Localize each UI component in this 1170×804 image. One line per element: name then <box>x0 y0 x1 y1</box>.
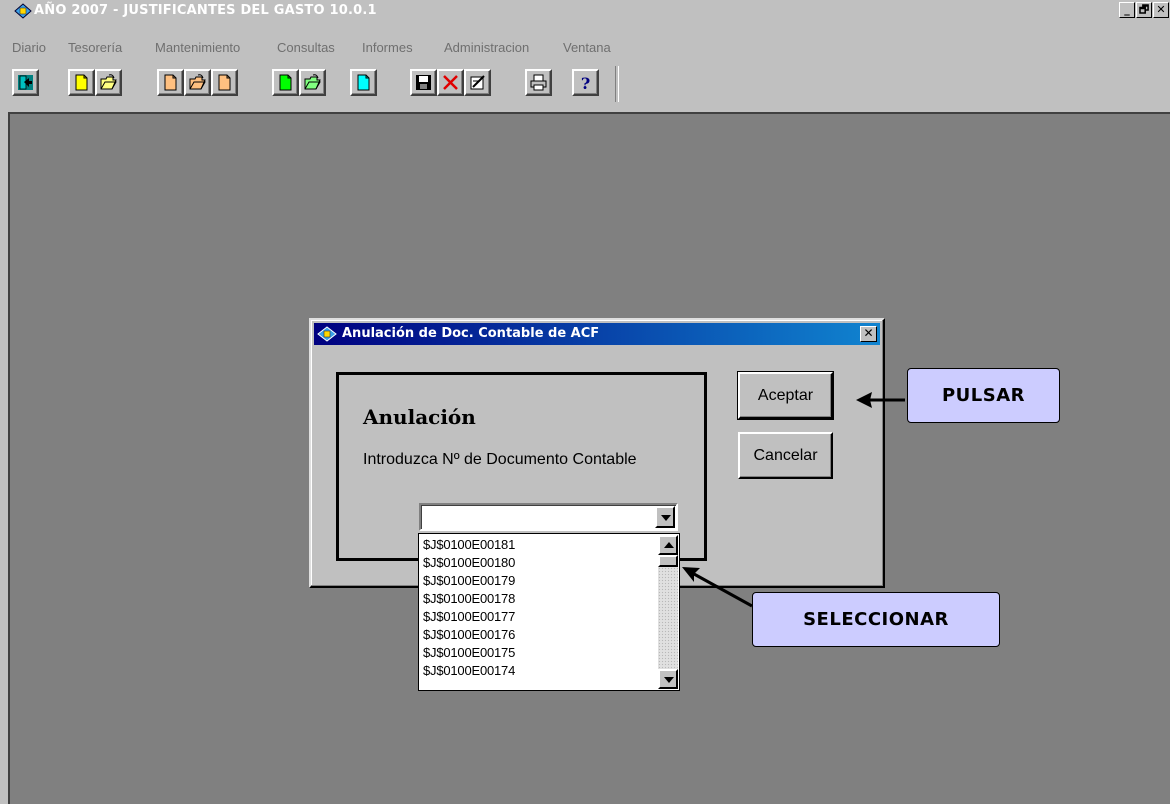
seleccionar-arrow <box>693 572 753 608</box>
application-window: AÑO 2007 - JUSTIFICANTES DEL GASTO 10.0.… <box>0 0 1170 804</box>
pulsar-arrow-head <box>856 392 872 408</box>
annotation-arrows <box>682 392 905 608</box>
